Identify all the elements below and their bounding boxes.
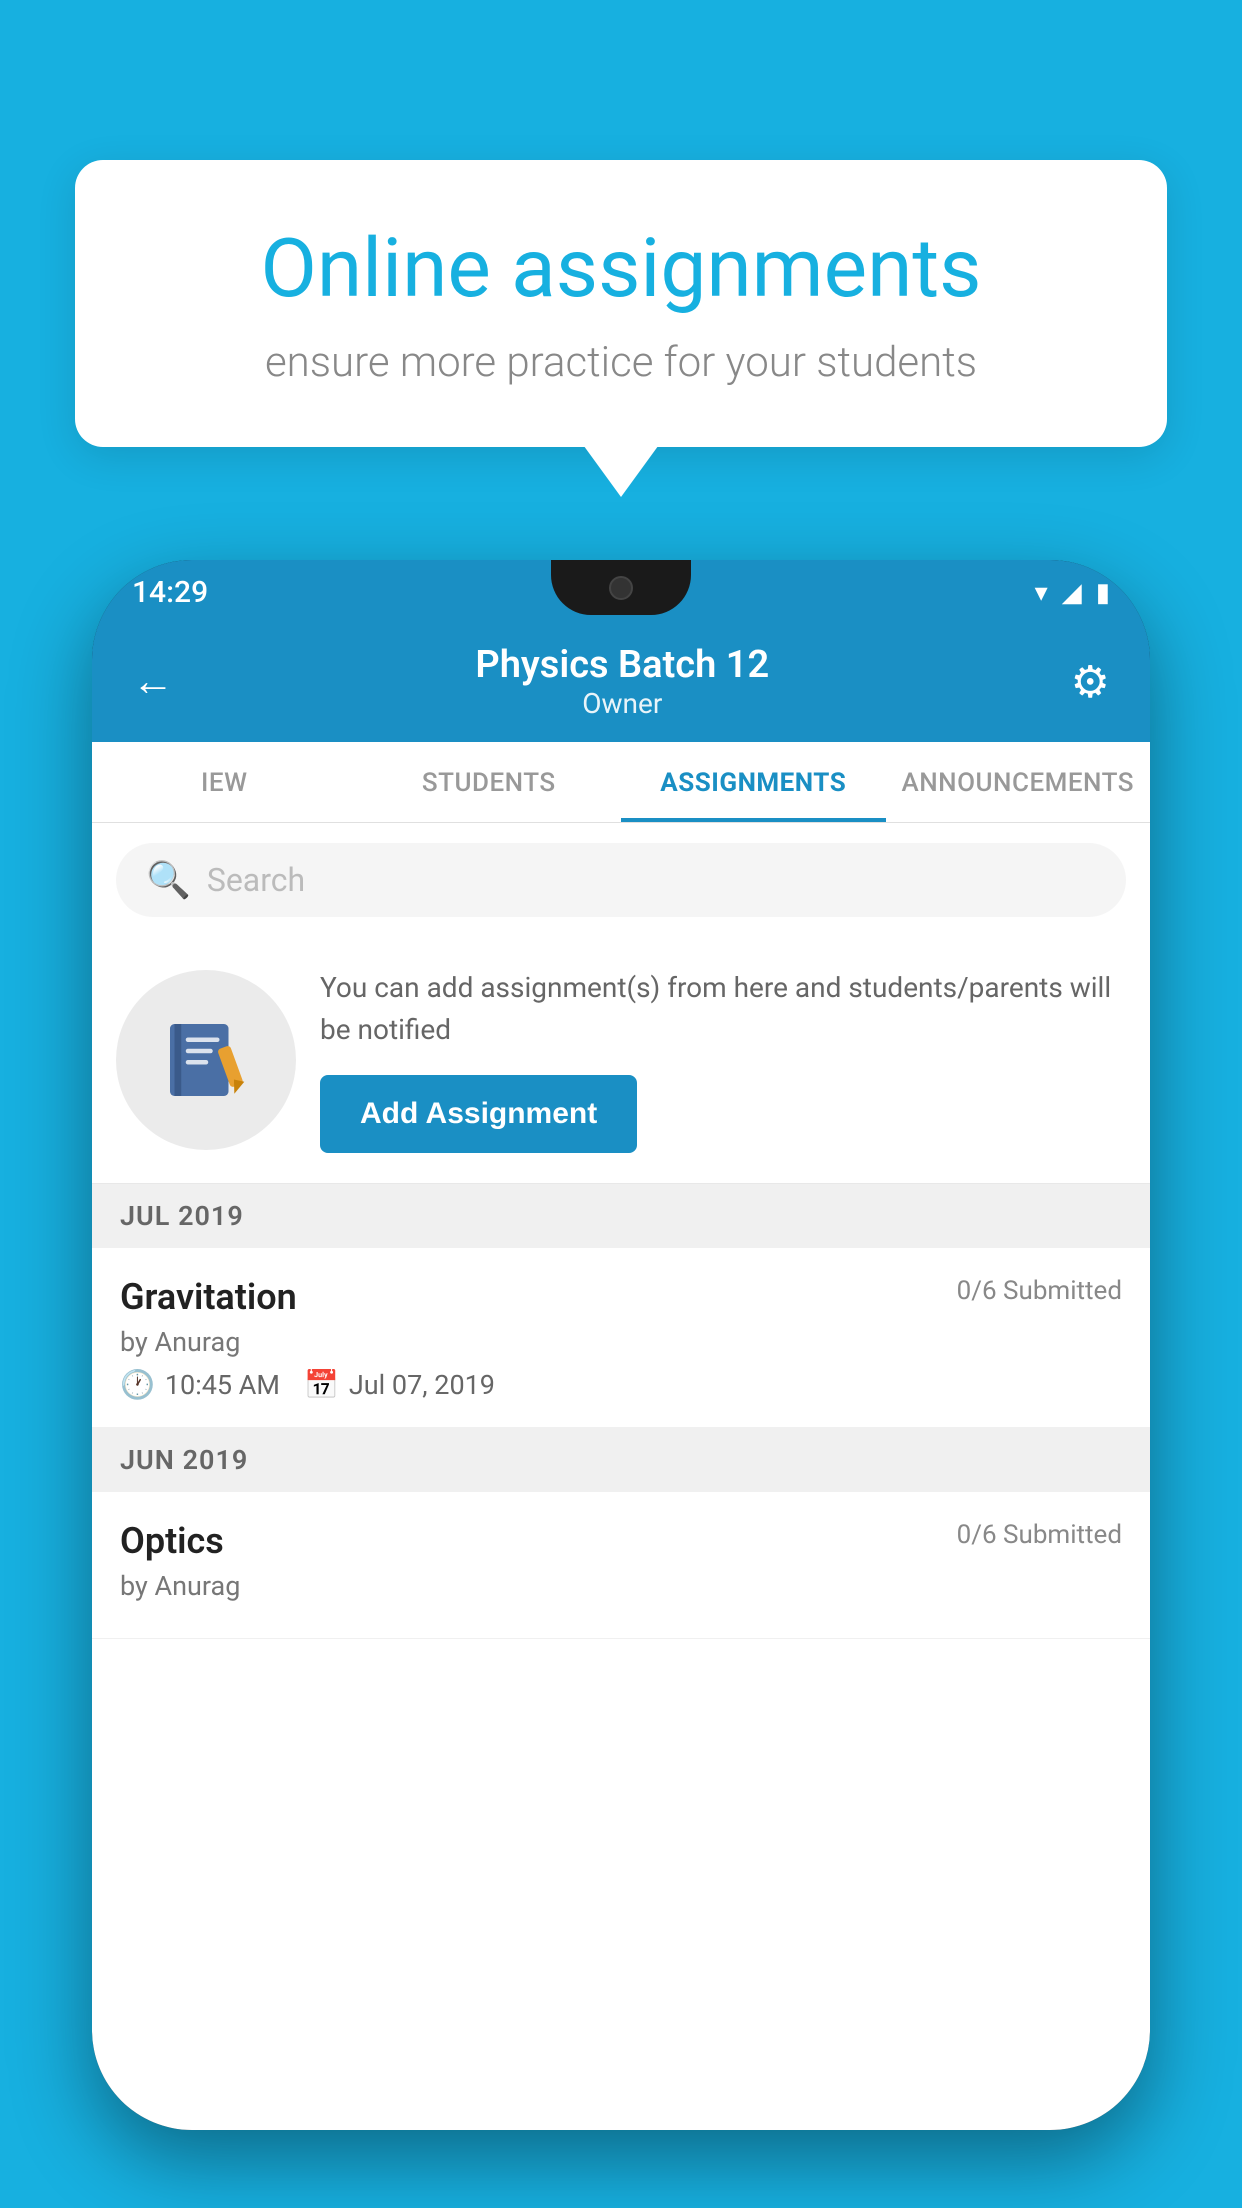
assignment-item-gravitation[interactable]: Gravitation 0/6 Submitted by Anurag 🕐 10… xyxy=(92,1248,1150,1428)
assignment-date: 📅 Jul 07, 2019 xyxy=(304,1368,495,1401)
battery-icon: ▮ xyxy=(1096,578,1110,608)
section-header-jul: JUL 2019 xyxy=(92,1184,1150,1248)
phone-screen: IEW STUDENTS ASSIGNMENTS ANNOUNCEMENTS 🔍… xyxy=(92,742,1150,2130)
assignment-submitted: 0/6 Submitted xyxy=(957,1276,1122,1306)
search-icon: 🔍 xyxy=(146,859,191,901)
assignment-date-value: Jul 07, 2019 xyxy=(349,1369,495,1401)
assignment-name: Gravitation xyxy=(120,1276,297,1318)
speech-bubble: Online assignments ensure more practice … xyxy=(75,160,1167,447)
tab-students[interactable]: STUDENTS xyxy=(357,742,622,822)
assignment-item-optics[interactable]: Optics 0/6 Submitted by Anurag xyxy=(92,1492,1150,1639)
settings-icon[interactable]: ⚙ xyxy=(1071,656,1110,708)
promo-text: You can add assignment(s) from here and … xyxy=(320,967,1126,1051)
tab-announcements[interactable]: ANNOUNCEMENTS xyxy=(886,742,1151,822)
batch-role: Owner xyxy=(475,687,769,720)
promo-icon-circle xyxy=(116,970,296,1150)
notch xyxy=(551,560,691,615)
app-header: ← Physics Batch 12 Owner ⚙ xyxy=(92,625,1150,742)
back-button[interactable]: ← xyxy=(132,657,174,706)
tab-assignments[interactable]: ASSIGNMENTS xyxy=(621,742,886,822)
bubble-title: Online assignments xyxy=(155,220,1087,318)
assignment-by: by Anurag xyxy=(120,1326,1122,1358)
assignment-top: Gravitation 0/6 Submitted xyxy=(120,1276,1122,1318)
section-header-jun: JUN 2019 xyxy=(92,1428,1150,1492)
assignment-time-value: 10:45 AM xyxy=(165,1369,280,1401)
status-bar: 14:29 ▾ ◢ ▮ xyxy=(92,560,1150,625)
notebook-icon xyxy=(161,1015,251,1105)
add-assignment-button[interactable]: Add Assignment xyxy=(320,1075,637,1153)
calendar-icon: 📅 xyxy=(304,1368,339,1401)
signal-icon: ◢ xyxy=(1062,578,1082,608)
tab-iew[interactable]: IEW xyxy=(92,742,357,822)
assignment-name-optics: Optics xyxy=(120,1520,224,1562)
search-bar[interactable]: 🔍 Search xyxy=(116,843,1126,917)
phone-frame: 14:29 ▾ ◢ ▮ ← Physics Batch 12 Owner ⚙ I… xyxy=(92,560,1150,2130)
assignment-by-optics: by Anurag xyxy=(120,1570,1122,1602)
status-icons: ▾ ◢ ▮ xyxy=(1035,578,1110,608)
promo-right: You can add assignment(s) from here and … xyxy=(320,967,1126,1153)
assignment-time: 🕐 10:45 AM xyxy=(120,1368,280,1401)
batch-name: Physics Batch 12 xyxy=(475,643,769,687)
add-assignment-promo: You can add assignment(s) from here and … xyxy=(92,937,1150,1184)
header-title-area: Physics Batch 12 Owner xyxy=(475,643,769,720)
clock-icon: 🕐 xyxy=(120,1368,155,1401)
search-container: 🔍 Search xyxy=(92,823,1150,937)
camera-notch xyxy=(609,576,633,600)
assignment-submitted-optics: 0/6 Submitted xyxy=(957,1520,1122,1550)
status-time: 14:29 xyxy=(132,575,208,610)
bubble-subtitle: ensure more practice for your students xyxy=(155,338,1087,387)
search-placeholder: Search xyxy=(207,861,305,899)
wifi-icon: ▾ xyxy=(1035,578,1048,608)
tabs-bar: IEW STUDENTS ASSIGNMENTS ANNOUNCEMENTS xyxy=(92,742,1150,823)
assignment-top-optics: Optics 0/6 Submitted xyxy=(120,1520,1122,1562)
assignment-meta: 🕐 10:45 AM 📅 Jul 07, 2019 xyxy=(120,1368,1122,1401)
